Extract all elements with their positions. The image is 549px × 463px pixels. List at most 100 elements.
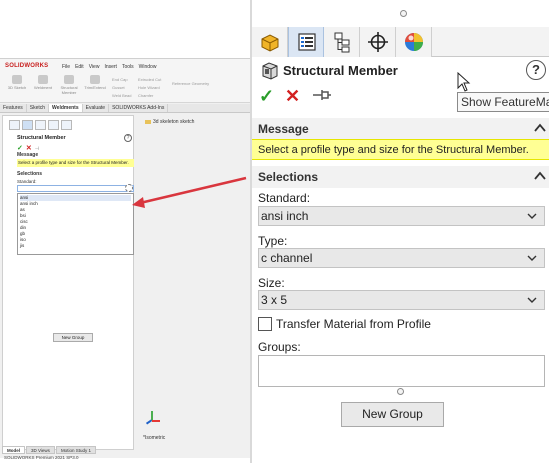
standard-label: Standard: [258, 191, 311, 205]
mouse-pointer-icon [457, 72, 471, 92]
configurationmanager-icon [334, 32, 350, 53]
menu-view[interactable]: View [89, 64, 100, 70]
page-title: Structural Member [283, 63, 398, 78]
help-icon[interactable]: ? [526, 60, 546, 80]
ribbon-weldment-button[interactable]: Weldment [30, 75, 56, 97]
menu-file[interactable]: File [62, 64, 70, 70]
mini-standard-label: Standard: [17, 179, 37, 184]
menu-window[interactable]: Window [139, 64, 157, 70]
mini-standard-options-list[interactable]: ansi ansi inch as bsi cisc din gb iso ji… [17, 193, 134, 255]
type-value: c channel [261, 251, 313, 265]
tab-featuremanager[interactable] [252, 27, 288, 57]
ribbon-weld-bead[interactable]: Weld Bead [112, 93, 132, 98]
size-select[interactable]: 3 x 5 [258, 290, 545, 310]
mini-dimxpert-icon[interactable] [48, 120, 59, 130]
tab-3d-views[interactable]: 3D Views [26, 446, 55, 454]
panel-grip-icon[interactable] [400, 10, 407, 17]
ribbon-end-cap[interactable]: End Cap [112, 77, 128, 82]
tab-display-manager[interactable] [396, 27, 432, 57]
dimxpert-icon [368, 32, 388, 52]
mini-standard-dropdown[interactable] [17, 185, 134, 192]
menu-edit[interactable]: Edit [75, 64, 84, 70]
graphics-tree-item[interactable]: 3d skeleton sketch [145, 119, 194, 125]
list-resize-grip-icon[interactable] [397, 388, 404, 395]
tab-features[interactable]: Features [0, 104, 27, 112]
solidworks-window-thumbnail: SOLIDWORKS File Edit View Insert Tools W… [0, 0, 250, 463]
tab-motion-study[interactable]: Motion Study 1 [55, 446, 96, 454]
menu-bar: File Edit View Insert Tools Window [62, 64, 156, 70]
cancel-x-icon[interactable]: ✕ [285, 86, 300, 106]
menu-tools[interactable]: Tools [122, 64, 134, 70]
collapse-caret-icon[interactable] [534, 171, 546, 181]
type-label: Type: [258, 234, 288, 248]
ribbon-chamfer[interactable]: Chamfer [138, 93, 153, 98]
structural-member-icon [64, 75, 74, 84]
tab-model[interactable]: Model [2, 446, 25, 454]
ribbon-extruded-cut[interactable]: Extruded Cut [138, 77, 161, 82]
mini-ok-icon[interactable]: ✓ [17, 145, 23, 152]
collapse-caret-icon[interactable] [534, 123, 546, 133]
propertymanager-icon [298, 33, 316, 51]
list-item[interactable]: jis [20, 243, 131, 249]
chevron-down-icon [527, 297, 537, 303]
selections-section-header[interactable]: Selections [252, 166, 549, 188]
tab-sketch[interactable]: Sketch [27, 104, 50, 112]
selections-header-label: Selections [258, 170, 319, 184]
mini-property-manager: Structural Member ? ✓ ✕ ⊣ Message Select a… [2, 115, 134, 450]
mini-cancel-icon[interactable]: ✕ [26, 145, 32, 152]
mini-featuremanager-icon[interactable] [9, 120, 20, 130]
groups-list[interactable] [258, 355, 545, 387]
solidworks-window: SOLIDWORKS File Edit View Insert Tools W… [0, 58, 250, 460]
message-section-header[interactable]: Message [252, 118, 549, 140]
axis-triad-icon [145, 411, 160, 425]
mini-cursor-highlight-icon [125, 184, 133, 192]
chevron-down-icon [527, 213, 537, 219]
structural-member-propertymanager: Structural Member ? ✓ ✕ Show FeatureMana… [250, 0, 549, 463]
standard-select[interactable]: ansi inch [258, 206, 545, 226]
mini-selections-header[interactable]: Selections [17, 171, 42, 177]
featuremanager-icon [261, 34, 279, 52]
ribbon-trim-extend-button[interactable]: Trim/Extend [82, 75, 108, 97]
tab-evaluate[interactable]: Evaluate [83, 104, 110, 112]
mini-pm-title: Structural Member [17, 135, 66, 141]
structural-member-icon [262, 62, 278, 80]
display-manager-icon [405, 33, 423, 51]
tab-addins[interactable]: SOLIDWORKS Add-Ins [109, 104, 169, 112]
mini-message-text: Select a profile type and size for the S… [17, 159, 134, 167]
mini-propertymanager-icon[interactable] [22, 120, 33, 130]
command-ribbon: SOLIDWORKS File Edit View Insert Tools W… [0, 59, 250, 103]
ribbon-reference-geometry[interactable]: Reference Geometry [172, 81, 209, 86]
message-header-label: Message [258, 122, 309, 136]
transfer-material-checkbox[interactable] [258, 317, 272, 331]
menu-insert[interactable]: Insert [104, 64, 117, 70]
tab-dimxpert[interactable] [360, 27, 396, 57]
transfer-material-label[interactable]: Transfer Material from Profile [276, 317, 431, 331]
ribbon-gusset[interactable]: Gusset [112, 85, 125, 90]
view-orientation-label: *Isometric [143, 435, 166, 441]
ok-check-icon[interactable]: ✓ [259, 86, 274, 106]
mini-configurationmanager-icon[interactable] [35, 120, 46, 130]
tab-propertymanager[interactable] [288, 27, 324, 57]
screenshot-canvas: SOLIDWORKS File Edit View Insert Tools W… [0, 0, 549, 463]
mini-display-manager-icon[interactable] [61, 120, 72, 130]
mini-message-header[interactable]: Message [17, 152, 38, 158]
mini-help-icon[interactable]: ? [124, 134, 132, 142]
weldment-icon [38, 75, 48, 84]
command-tabs: Features Sketch Weldments Evaluate SOLID… [0, 104, 250, 113]
ribbon-3d-sketch-button[interactable]: 3D Sketch [4, 75, 30, 97]
pushpin-icon[interactable] [312, 88, 332, 102]
ribbon-hole-wizard[interactable]: Hole Wizard [138, 85, 160, 90]
message-text: Select a profile type and size for the S… [252, 139, 549, 160]
solidworks-logo: SOLIDWORKS [5, 63, 49, 69]
new-group-button[interactable]: New Group [341, 402, 444, 427]
bottom-tabs: Model 3D Views Motion Study 1 [2, 446, 248, 454]
manager-tabs [252, 27, 549, 57]
ribbon-structural-member-button[interactable]: Structural Member [56, 75, 82, 97]
mini-new-group-button[interactable]: New Group [53, 333, 93, 342]
tab-weldments[interactable]: Weldments [49, 104, 83, 112]
size-value: 3 x 5 [261, 293, 288, 307]
tab-configurationmanager[interactable] [324, 27, 360, 57]
size-label: Size: [258, 276, 285, 290]
tooltip: Show FeatureManager [457, 92, 549, 112]
type-select[interactable]: c channel [258, 248, 545, 268]
